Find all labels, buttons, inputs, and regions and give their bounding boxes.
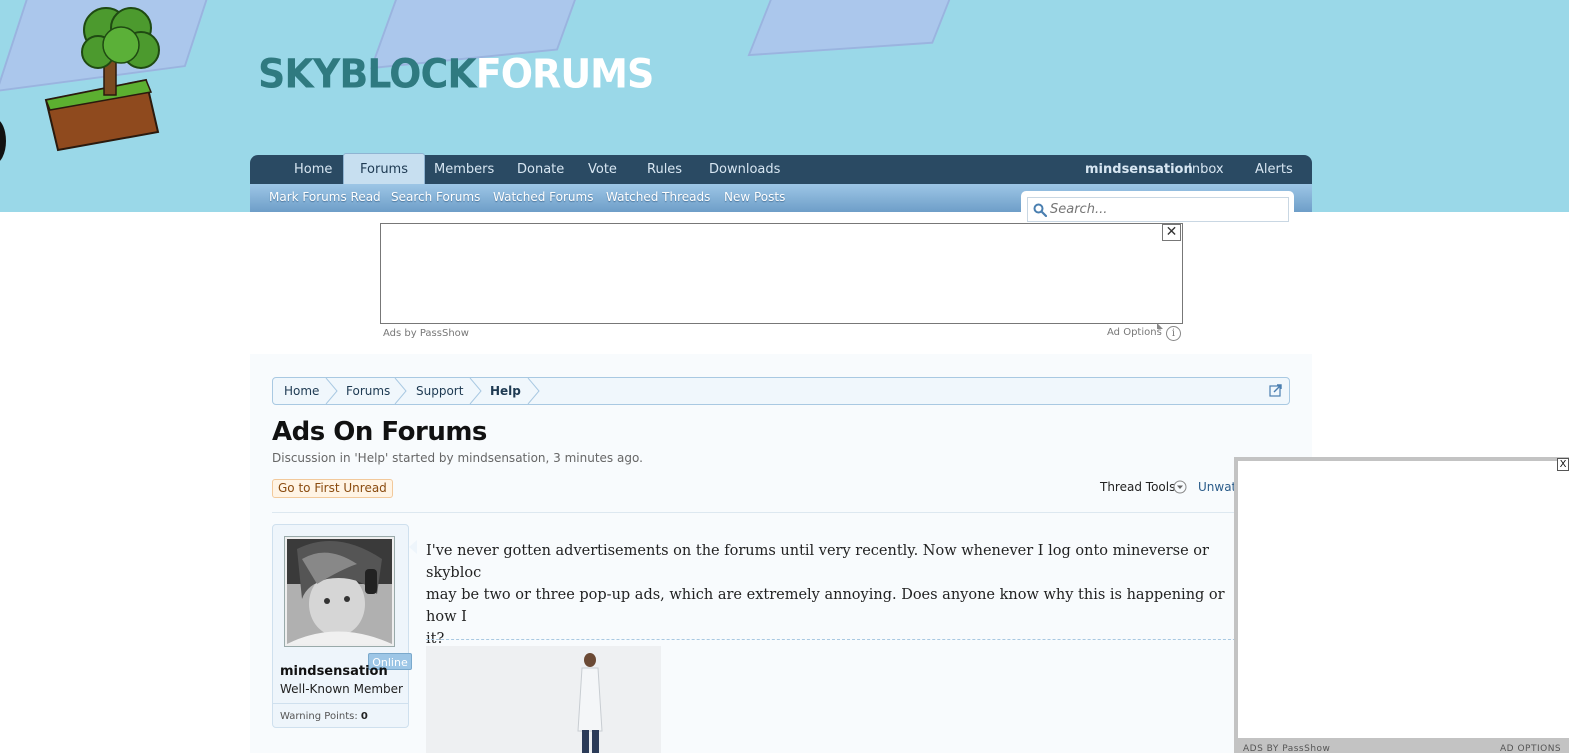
ad-close-button[interactable]: ✕ (1162, 224, 1181, 241)
thread-meta: Discussion in 'Help' started by mindsens… (272, 451, 643, 465)
signature-figure (426, 646, 661, 753)
message-line: may be two or three pop-up ads, which ar… (426, 587, 1225, 625)
nav-inbox-link[interactable]: Inbox (1188, 155, 1224, 184)
logo-text-skyblock: SKYBLOCK (258, 50, 477, 98)
breadcrumb-chevron-icon (394, 378, 407, 404)
search-icon (1033, 203, 1047, 217)
nav-alerts-link[interactable]: Alerts (1255, 155, 1293, 184)
message-line: I've never gotten advertisements on the … (426, 543, 1209, 581)
subnav-mark-forums-read[interactable]: Mark Forums Read (269, 184, 381, 210)
user-name-link[interactable]: mindsensation (280, 664, 388, 679)
divider (272, 703, 409, 704)
user-title: Well-Known Member (280, 682, 403, 696)
breadcrumb-forums[interactable]: Forums (346, 378, 390, 404)
warning-points-label: Warning Points: (280, 711, 358, 722)
subnav-new-posts[interactable]: New Posts (724, 184, 785, 210)
jump-menu-icon[interactable] (1269, 384, 1282, 397)
nav-tab-home[interactable]: Home (294, 155, 332, 184)
ad-banner[interactable] (380, 223, 1183, 324)
ad-attribution: Ads by PassShow (383, 328, 469, 339)
nav-tab-vote[interactable]: Vote (588, 155, 617, 184)
breadcrumb-chevron-icon (325, 378, 338, 404)
breadcrumb-chevron-icon (527, 378, 540, 404)
thread-tools-menu[interactable]: Thread Tools (1100, 480, 1175, 494)
decor-island (747, 0, 973, 57)
breadcrumb: Home Forums Support Help (272, 377, 1290, 405)
subnav-watched-threads[interactable]: Watched Threads (606, 184, 710, 210)
avatar[interactable] (284, 536, 395, 647)
subnav-watched-forums[interactable]: Watched Forums (493, 184, 593, 210)
breadcrumb-chevron-icon (469, 378, 482, 404)
ad-options-link[interactable]: Ad Options (1107, 327, 1162, 338)
nav-tab-rules[interactable]: Rules (647, 155, 682, 184)
chevron-down-icon[interactable] (1173, 480, 1187, 494)
site-logo[interactable]: SKYBLOCKFORUMS (258, 50, 655, 98)
unwatch-thread-link[interactable]: Unwat (1198, 480, 1236, 494)
warning-points-value: 0 (360, 711, 368, 722)
popup-close-button[interactable]: X (1557, 458, 1569, 471)
decor-circle (0, 118, 6, 164)
nav-tab-members[interactable]: Members (434, 155, 494, 184)
nav-user-link[interactable]: mindsensation (1085, 155, 1193, 184)
signature-image (426, 646, 661, 753)
nav-tab-donate[interactable]: Donate (517, 155, 564, 184)
breadcrumb-support[interactable]: Support (416, 378, 463, 404)
logo-text-forums: FORUMS (475, 50, 655, 98)
message-arrow (409, 540, 417, 554)
signature-divider (426, 639, 1256, 640)
nav-tab-downloads[interactable]: Downloads (709, 155, 780, 184)
logo-tree-icon (44, 7, 160, 152)
message-body: I've never gotten advertisements on the … (426, 540, 1256, 650)
thread-title: Ads On Forums (272, 417, 487, 447)
warning-points: Warning Points: 0 (280, 711, 368, 722)
ad-info-icon[interactable]: i (1166, 326, 1181, 341)
search-input[interactable] (1027, 197, 1289, 222)
search-container (1021, 191, 1294, 224)
go-to-first-unread-button[interactable]: Go to First Unread (272, 479, 393, 498)
main-nav: Home Forums Members Donate Vote Rules Do… (250, 153, 1312, 184)
popup-ad-content[interactable] (1238, 461, 1569, 738)
breadcrumb-home[interactable]: Home (284, 378, 319, 404)
avatar-image (287, 539, 392, 644)
divider (272, 512, 1290, 513)
subnav-search-forums[interactable]: Search Forums (391, 184, 480, 210)
nav-tab-forums[interactable]: Forums (343, 153, 425, 184)
breadcrumb-help[interactable]: Help (490, 378, 521, 404)
